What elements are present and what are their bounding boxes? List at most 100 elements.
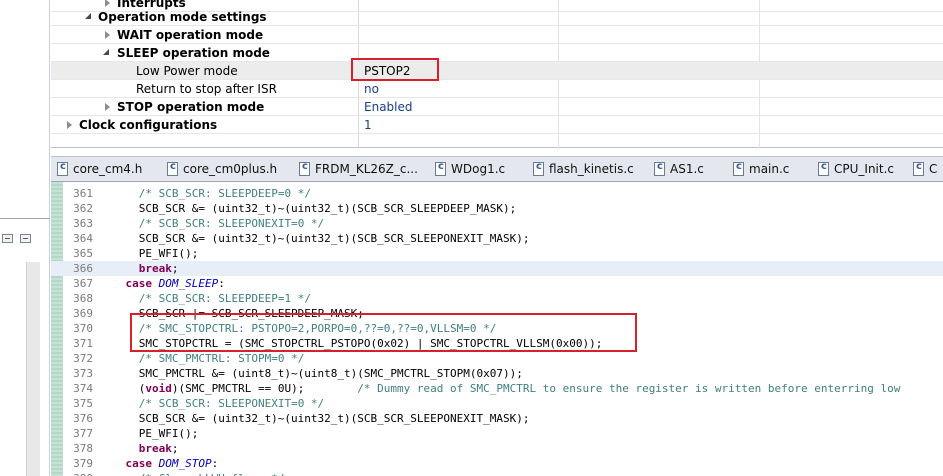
code-line[interactable]: 372 /* SMC_PMCTRL: STOPM=0 */ (51, 351, 943, 366)
code-text: PE_WFI(); (99, 427, 199, 440)
property-name: SLEEP operation mode (117, 46, 270, 60)
code-line[interactable]: 374 (void)(SMC_PMCTRL == 0U); /* Dummy r… (51, 381, 943, 396)
line-number: 365 (73, 247, 93, 260)
code-text: /* SCB_SCR: SLEEPONEXIT=0 */ (138, 217, 325, 230)
code-line[interactable]: 364 SCB_SCR &= (uint32_t)~(uint32_t)(SCB… (51, 231, 943, 246)
expand-arrow-icon[interactable] (67, 121, 72, 129)
expand-arrow-icon[interactable] (105, 31, 110, 39)
c-file-icon (533, 161, 544, 176)
code-text: /* SMC_PMCTRL: STOPM=0 */ (138, 352, 305, 365)
code-line[interactable]: 375 /* SCB_SCR: SLEEPONEXIT=0 */ (51, 396, 943, 411)
code-line[interactable]: 361 /* SCB_SCR: SLEEPDEEP=0 */ (51, 186, 943, 201)
code-editor[interactable]: 361 /* SCB_SCR: SLEEPDEEP=0 */362 SCB_SC… (51, 182, 943, 476)
tab-label: core_cm4.h (73, 162, 143, 176)
property-row-stop-operation-mode[interactable]: STOP operation mode Enabled (51, 98, 943, 116)
tab-label: CPU_Init.c (834, 162, 894, 176)
property-name: STOP operation mode (117, 100, 265, 114)
code-text: case DOM_SLEEP: (125, 277, 225, 290)
code-text: /* Clear LLWU flags */ (99, 471, 285, 476)
code-line[interactable]: 363 /* SCB_SCR: SLEEPONEXIT=0 */ (51, 216, 943, 231)
line-number: 370 (73, 322, 93, 335)
code-line[interactable]: 366 break; (51, 261, 943, 276)
maximize-icon[interactable] (20, 234, 31, 243)
code-line[interactable]: 379 case DOM_STOP: (51, 456, 943, 471)
property-name: Low Power mode (136, 64, 238, 78)
line-number: 379 (73, 457, 93, 470)
c-file-icon (435, 161, 446, 176)
component-inspector: Interrupts Operation mode settings WAIT … (51, 0, 943, 148)
line-number: 363 (73, 217, 93, 230)
stop-operation-mode-value[interactable]: Enabled (364, 100, 413, 114)
collapse-arrow-icon[interactable] (85, 13, 91, 19)
line-number: 380 (65, 471, 93, 476)
code-line[interactable]: 367 case DOM_SLEEP: (51, 276, 943, 291)
tab-label: core_cm0plus.h (183, 162, 278, 176)
collapse-arrow-icon[interactable] (103, 49, 109, 55)
tab-label: main.c (749, 162, 790, 176)
c-file-icon (57, 161, 68, 176)
c-file-icon (733, 161, 744, 176)
property-name: Clock configurations (79, 118, 218, 132)
strip-divider (0, 218, 50, 219)
property-row-sleep-operation-mode[interactable]: SLEEP operation mode (51, 44, 943, 62)
line-number: 367 (73, 277, 93, 290)
expand-arrow-icon[interactable] (105, 0, 110, 7)
line-number: 369 (73, 307, 93, 320)
code-text: PE_WFI(); (99, 247, 199, 260)
code-text: case DOM_STOP: (125, 457, 219, 470)
tab-label: WDog1.c (451, 162, 506, 176)
line-number: 373 (73, 367, 93, 380)
minimize-icon[interactable] (2, 234, 13, 243)
value-highlight-box (351, 58, 439, 81)
line-number: 375 (73, 397, 93, 410)
code-line[interactable]: 377 PE_WFI(); (51, 426, 943, 441)
line-number: 377 (73, 427, 93, 440)
code-line[interactable]: 378 break; (51, 441, 943, 456)
c-file-icon (913, 161, 924, 176)
property-row-return-to-stop[interactable]: Return to stop after ISR no (51, 80, 943, 98)
line-number: 378 (73, 442, 93, 455)
code-text: SCB_SCR &= (uint32_t)~(uint32_t)(SCB_SCR… (99, 412, 530, 425)
property-row-operation-mode-settings[interactable]: Operation mode settings (51, 8, 943, 26)
tab-label: flash_kinetis.c (549, 162, 634, 176)
code-text: SCB_SCR &= (uint32_t)~(uint32_t)(SCB_SCR… (99, 232, 530, 245)
line-number: 361 (73, 187, 93, 200)
tab-label: AS1.c (670, 162, 704, 176)
code-line[interactable]: 380 /* Clear LLWU flags */ (51, 471, 943, 476)
code-text: SMC_PMCTRL &= (uint8_t)~(uint8_t)(SMC_PM… (99, 367, 523, 380)
c-file-icon (167, 161, 178, 176)
property-row-clock-configurations[interactable]: Clock configurations 1 (51, 116, 943, 134)
line-number: 376 (73, 412, 93, 425)
code-line[interactable]: 368 /* SCB_SCR: SLEEPDEEP=1 */ (51, 291, 943, 306)
line-number: 372 (73, 352, 93, 365)
code-text: SCB_SCR &= (uint32_t)~(uint32_t)(SCB_SCR… (99, 202, 517, 215)
code-line[interactable]: 362 SCB_SCR &= (uint32_t)~(uint32_t)(SCB… (51, 201, 943, 216)
left-view-strip (0, 0, 50, 476)
code-text: break; (138, 442, 179, 455)
expand-arrow-icon[interactable] (105, 103, 110, 111)
property-name: Operation mode settings (98, 10, 267, 24)
line-number: 371 (73, 337, 93, 350)
line-number: 368 (73, 292, 93, 305)
c-file-icon (654, 161, 665, 176)
property-name: Return to stop after ISR (136, 82, 277, 96)
c-file-icon (818, 161, 829, 176)
property-row-low-power-mode[interactable]: Low Power mode PSTOP2 (51, 62, 943, 80)
code-text: /* SCB_SCR: SLEEPDEEP=0 */ (138, 187, 311, 200)
return-to-stop-value[interactable]: no (364, 82, 379, 96)
editor-tab-bar: core_cm4.h core_cm0plus.h FRDM_KL26Z_c..… (51, 156, 943, 182)
code-highlight-box (130, 313, 637, 352)
code-text: /* SCB_SCR: SLEEPDEEP=1 */ (138, 292, 311, 305)
code-line[interactable]: 376 SCB_SCR &= (uint32_t)~(uint32_t)(SCB… (51, 411, 943, 426)
code-text: break; (138, 262, 179, 275)
code-text: /* SCB_SCR: SLEEPONEXIT=0 */ (138, 397, 325, 410)
property-name: WAIT operation mode (117, 28, 264, 42)
code-line[interactable]: 365 PE_WFI(); (51, 246, 943, 261)
line-number: 362 (73, 202, 93, 215)
property-row-wait-operation-mode[interactable]: WAIT operation mode (51, 26, 943, 44)
clock-configurations-value[interactable]: 1 (364, 118, 372, 132)
line-number: 374 (73, 382, 93, 395)
code-text: (void)(SMC_PMCTRL == 0U); /* Dummy read … (99, 382, 901, 395)
code-line[interactable]: 373 SMC_PMCTRL &= (uint8_t)~(uint8_t)(SM… (51, 366, 943, 381)
left-scrollbar[interactable] (26, 262, 40, 476)
